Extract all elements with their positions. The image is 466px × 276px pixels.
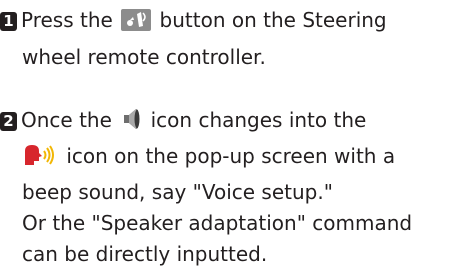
step2-line1-after: icon changes into the <box>150 108 367 132</box>
step2-line4: Or the "Speaker adaptation" command <box>22 211 413 235</box>
step2-line3: beep sound, say "Voice setup." <box>22 180 333 204</box>
step1-text-after: button on the Steering <box>159 8 387 32</box>
talking-head-icon <box>22 143 58 172</box>
step2-line5: can be directly inputted. <box>22 242 268 266</box>
voice-recognition-button-icon <box>121 9 152 36</box>
step1-number-badge: 1 <box>0 12 17 31</box>
step1-line1: 1 Press the button on the Steering <box>0 8 387 36</box>
step1-text-before: Press the <box>21 8 113 32</box>
step2-line2-after: icon on the pop-up screen with a <box>66 144 396 168</box>
step2-line1: 2 Once the icon changes into the <box>0 107 366 136</box>
speaker-icon <box>120 107 142 136</box>
step2-number-badge: 2 <box>0 112 17 131</box>
step1-line2: wheel remote controller. <box>22 45 266 69</box>
step2-line1-before: Once the <box>21 108 112 132</box>
step2-line2: icon on the pop-up screen with a <box>20 143 395 172</box>
